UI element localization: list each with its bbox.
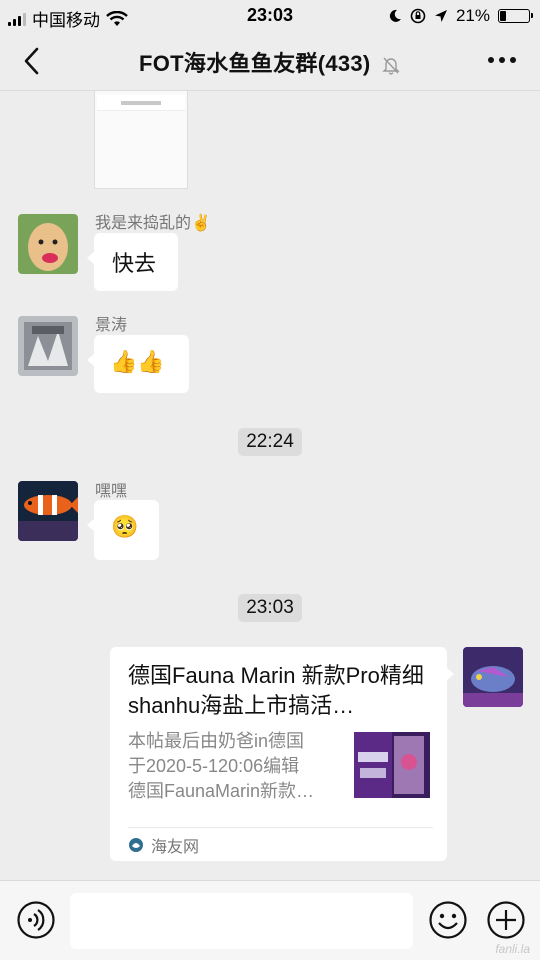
battery-level bbox=[500, 11, 506, 21]
add-plus-icon[interactable] bbox=[486, 900, 526, 940]
timestamp: 23:03 bbox=[0, 594, 540, 622]
sender-name: 景涛 bbox=[95, 317, 128, 334]
link-card-source-name: 海友网 bbox=[151, 839, 200, 856]
battery-icon bbox=[498, 9, 533, 23]
battery-percent: 21% bbox=[455, 6, 490, 25]
timestamp-label: 23:03 bbox=[238, 594, 302, 622]
timestamp-label: 22:24 bbox=[238, 428, 302, 456]
chat-title-text: FOT海水鱼鱼友群(433) bbox=[139, 51, 371, 76]
message-text: 👍👍 bbox=[110, 349, 165, 374]
link-card-source: 海友网 bbox=[128, 833, 199, 857]
avatar[interactable] bbox=[18, 316, 78, 376]
location-arrow-icon bbox=[434, 10, 447, 22]
link-card-thumbnail bbox=[354, 732, 430, 798]
sender-name: 我是来捣乱的✌️ bbox=[95, 215, 211, 232]
nav-bar: FOT海水鱼鱼友群(433) bbox=[0, 32, 540, 91]
message-bubble[interactable]: 快去 bbox=[87, 233, 178, 291]
chat-title: FOT海水鱼鱼友群(433) bbox=[0, 46, 540, 78]
watermark: fanli.la bbox=[495, 942, 530, 956]
message-bubble[interactable]: 🥺 bbox=[87, 500, 159, 560]
emoji-icon[interactable] bbox=[428, 900, 468, 940]
moon-icon bbox=[389, 9, 401, 22]
mute-bell-icon bbox=[382, 57, 400, 75]
voice-input-icon[interactable] bbox=[16, 900, 56, 940]
message-text: 快去 bbox=[112, 251, 157, 276]
message-bubble[interactable]: 👍👍 bbox=[87, 335, 189, 393]
timestamp: 22:24 bbox=[0, 428, 540, 456]
status-right: 21% bbox=[388, 6, 533, 26]
sender-name: 嘿嘿 bbox=[95, 483, 128, 500]
link-card-description: 本帖最后由奶爸in德国 于2020-5-120:06编辑 德国FaunaMari… bbox=[128, 731, 315, 801]
message-text: 🥺 bbox=[111, 514, 139, 539]
my-avatar[interactable] bbox=[463, 647, 523, 707]
image-message[interactable] bbox=[94, 91, 188, 189]
rotation-lock-icon bbox=[410, 8, 426, 24]
status-bar: 中国移动 23:03 21% bbox=[0, 0, 540, 32]
link-card-message[interactable]: 德国Fauna Marin 新款Pro精细shanhu海盐上市搞活… 本帖最后由… bbox=[110, 647, 454, 861]
avatar[interactable] bbox=[18, 214, 78, 274]
chat-area[interactable]: 我是来捣乱的✌️ 快去 景涛 👍👍 22:24 嘿嘿 🥺 23:03 德国Fau… bbox=[0, 91, 540, 880]
divider bbox=[128, 827, 433, 828]
more-options-icon[interactable] bbox=[488, 57, 516, 63]
message-input[interactable] bbox=[70, 893, 413, 949]
source-logo-icon bbox=[129, 838, 143, 852]
link-card-title: 德国Fauna Marin 新款Pro精细shanhu海盐上市搞活… bbox=[128, 663, 424, 718]
input-bar: fanli.la bbox=[0, 880, 540, 960]
avatar[interactable] bbox=[18, 481, 78, 541]
